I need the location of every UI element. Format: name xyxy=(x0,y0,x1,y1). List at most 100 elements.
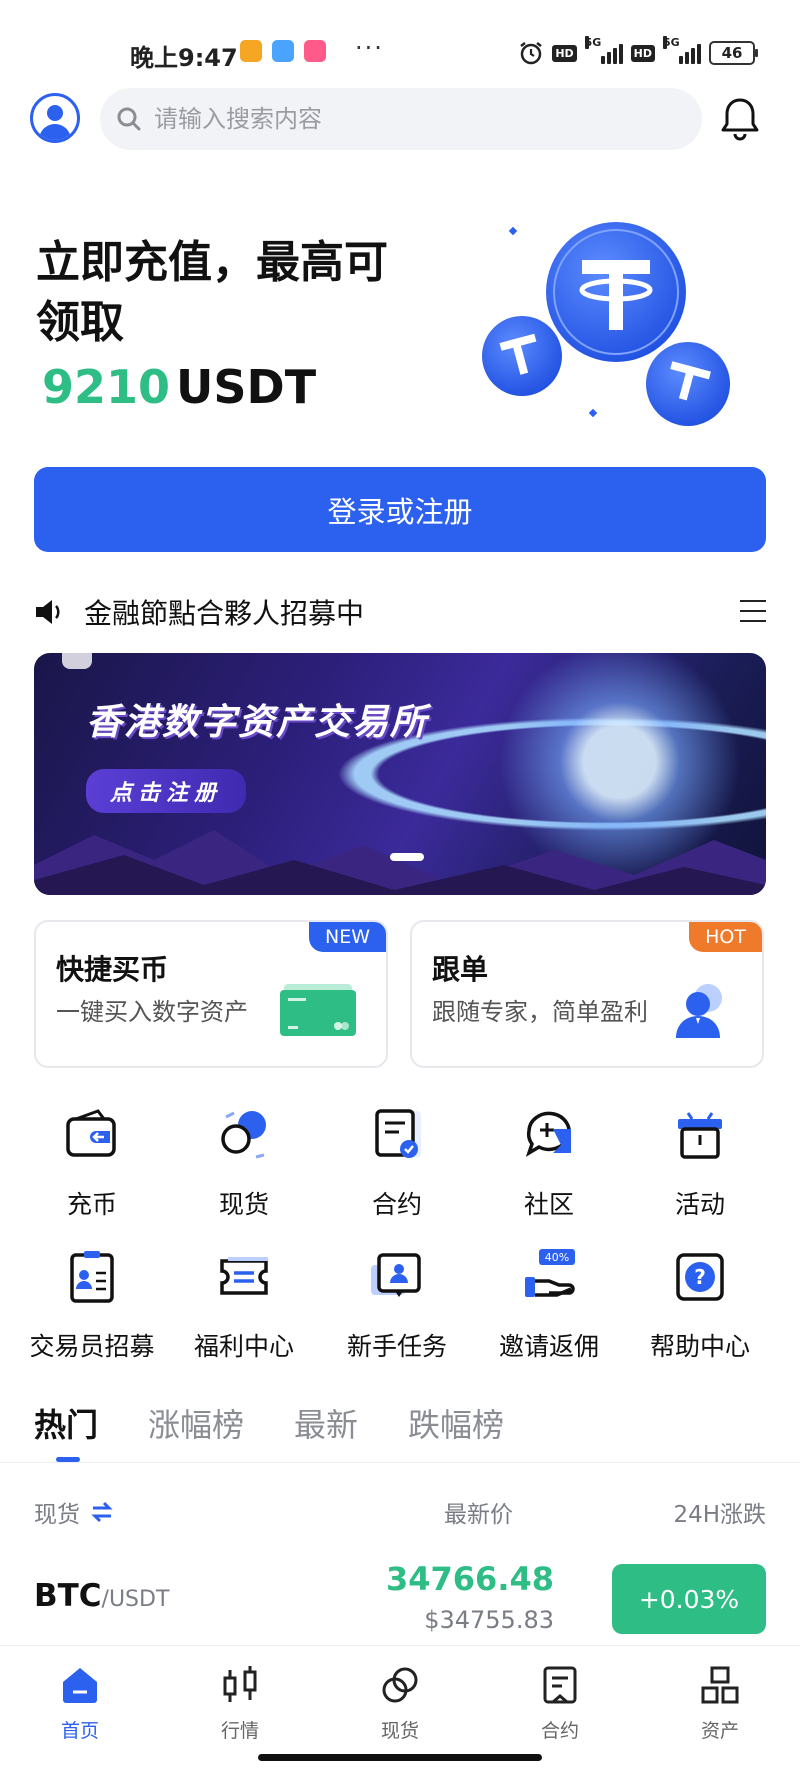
grid-item-trader-recruit[interactable]: 交易员招募 xyxy=(16,1247,168,1363)
user-avatar-icon[interactable] xyxy=(30,93,80,143)
bell-icon[interactable] xyxy=(718,96,762,142)
expert-users-icon xyxy=(676,984,722,1038)
grid-item-contract[interactable]: 合约 xyxy=(321,1105,473,1221)
announcement-bar[interactable]: 金融節點合夥人招募中 xyxy=(34,592,766,632)
promo-amount-value: 9210 xyxy=(42,360,171,414)
nav-market[interactable]: 行情 xyxy=(180,1664,300,1743)
grid-item-community[interactable]: 社区 xyxy=(473,1105,625,1221)
banner-landscape xyxy=(34,830,766,895)
login-register-button[interactable]: 登录或注册 xyxy=(34,467,766,552)
hd-badge-2: HD xyxy=(630,44,655,62)
promo-amount: 9210 USDT xyxy=(42,360,316,414)
grid-item-invite[interactable]: 40% 邀请返佣 xyxy=(473,1247,625,1363)
copy-trading-card[interactable]: HOT 跟单 跟随专家，简单盈利 xyxy=(410,920,764,1068)
card-title: 快捷买币 xyxy=(56,953,169,986)
status-bar: 晚上9:47 ··· HD 5G HD 5G 46 xyxy=(0,0,800,80)
menu-icon[interactable] xyxy=(740,600,766,624)
nav-contract[interactable]: 合约 xyxy=(500,1664,620,1743)
trader-badge-icon xyxy=(70,1251,114,1303)
promo-banner[interactable]: 香港数字资产交易所 点击注册 xyxy=(34,653,766,895)
search-input[interactable] xyxy=(154,105,654,133)
contract-nav-icon xyxy=(543,1666,577,1704)
cash-card-icon xyxy=(280,984,356,1036)
video-notification-icon xyxy=(304,40,326,62)
nav-label: 资产 xyxy=(700,1720,739,1742)
market-tabs: 热门 涨幅榜 最新 跌幅榜 xyxy=(34,1400,504,1462)
market-row[interactable]: BTC/USDT 34766.48 $34755.83 +0.03% xyxy=(34,1556,766,1636)
status-time: 晚上9:47 xyxy=(130,44,238,72)
promo-title: 立即充值，最高可领取 xyxy=(36,237,388,348)
notification-icons xyxy=(240,40,326,62)
nav-label: 首页 xyxy=(60,1720,99,1742)
grid-item-deposit[interactable]: 充币 xyxy=(16,1105,168,1221)
tab-hot[interactable]: 热门 xyxy=(34,1400,98,1462)
last-price: 34766.48 xyxy=(385,1560,554,1598)
quote-asset: /USDT xyxy=(101,1587,170,1612)
new-badge: NEW xyxy=(308,922,386,952)
grid-label: 交易员招募 xyxy=(29,1332,155,1361)
gift-icon xyxy=(678,1112,722,1159)
usdt-coins-icon xyxy=(482,222,730,426)
quick-buy-card[interactable]: NEW 快捷买币 一键买入数字资产 xyxy=(34,920,388,1068)
app-notification-icon xyxy=(240,40,262,62)
contract-icon xyxy=(375,1109,421,1158)
spot-icon xyxy=(221,1111,266,1159)
grid-item-welfare[interactable]: 福利中心 xyxy=(168,1247,320,1363)
change-badge[interactable]: +0.03% xyxy=(612,1564,766,1634)
carousel-indicator xyxy=(390,853,424,861)
search-icon xyxy=(117,107,141,131)
chat-notification-icon xyxy=(272,40,294,62)
column-24h-change: 24H涨跌 xyxy=(673,1502,766,1528)
column-market-type: 现货 xyxy=(34,1502,80,1528)
banner-logo xyxy=(62,653,92,669)
tab-gainers[interactable]: 涨幅榜 xyxy=(148,1400,244,1462)
community-icon xyxy=(525,1111,571,1157)
spot-nav-icon xyxy=(382,1667,418,1703)
grid-label: 福利中心 xyxy=(193,1332,294,1361)
grid-label: 活动 xyxy=(674,1190,725,1219)
assets-icon xyxy=(701,1666,739,1704)
tab-losers[interactable]: 跌幅榜 xyxy=(408,1400,504,1462)
grid-item-newbie-task[interactable]: 新手任务 xyxy=(321,1247,473,1363)
help-icon: ? xyxy=(676,1253,724,1301)
invite-icon: 40% xyxy=(525,1249,575,1297)
nav-home[interactable]: 首页 xyxy=(20,1664,140,1743)
announcement-text: 金融節點合夥人招募中 xyxy=(84,597,365,630)
tab-newest[interactable]: 最新 xyxy=(294,1400,358,1462)
home-icon xyxy=(63,1668,97,1703)
hd-badge: HD xyxy=(552,44,577,62)
nav-label: 行情 xyxy=(220,1720,259,1742)
speaker-icon xyxy=(36,600,60,624)
battery-icon: 46 xyxy=(709,41,758,65)
promo-amount-unit: USDT xyxy=(176,360,317,414)
more-notifications-icon: ··· xyxy=(355,34,384,62)
banner-title: 香港数字资产交易所 xyxy=(86,702,429,743)
signal-icon-2: 5G xyxy=(663,36,701,64)
divider xyxy=(0,1462,800,1463)
card-subtitle: 一键买入数字资产 xyxy=(56,998,248,1026)
search-bar[interactable] xyxy=(100,88,702,150)
grid-item-activity[interactable]: 活动 xyxy=(624,1105,776,1221)
market-type-switch[interactable]: 现货 xyxy=(34,1495,114,1529)
card-title: 跟单 xyxy=(432,953,489,986)
grid-label: 合约 xyxy=(371,1190,422,1219)
banner-register-button[interactable]: 点击注册 xyxy=(86,769,247,813)
nav-assets[interactable]: 资产 xyxy=(660,1664,780,1743)
swap-icon xyxy=(91,1501,113,1523)
grid-label: 充币 xyxy=(66,1190,117,1219)
base-asset: BTC xyxy=(34,1578,102,1614)
nav-label: 合约 xyxy=(540,1720,579,1742)
bottom-navigation: 首页 行情 现货 合约 资产 xyxy=(0,1645,800,1778)
grid-item-spot[interactable]: 现货 xyxy=(168,1105,320,1221)
grid-label: 帮助中心 xyxy=(649,1332,750,1361)
grid-label: 邀请返佣 xyxy=(498,1332,599,1361)
grid-label: 社区 xyxy=(523,1190,574,1219)
grid-label: 现货 xyxy=(218,1190,269,1219)
nav-spot[interactable]: 现货 xyxy=(340,1664,460,1743)
trading-pair: BTC/USDT xyxy=(34,1578,169,1614)
home-indicator[interactable] xyxy=(258,1754,542,1761)
task-icon xyxy=(371,1253,421,1297)
grid-item-help[interactable]: ? 帮助中心 xyxy=(624,1247,776,1363)
column-last-price: 最新价 xyxy=(444,1502,513,1528)
status-indicators: HD 5G HD 5G 46 xyxy=(518,36,758,66)
